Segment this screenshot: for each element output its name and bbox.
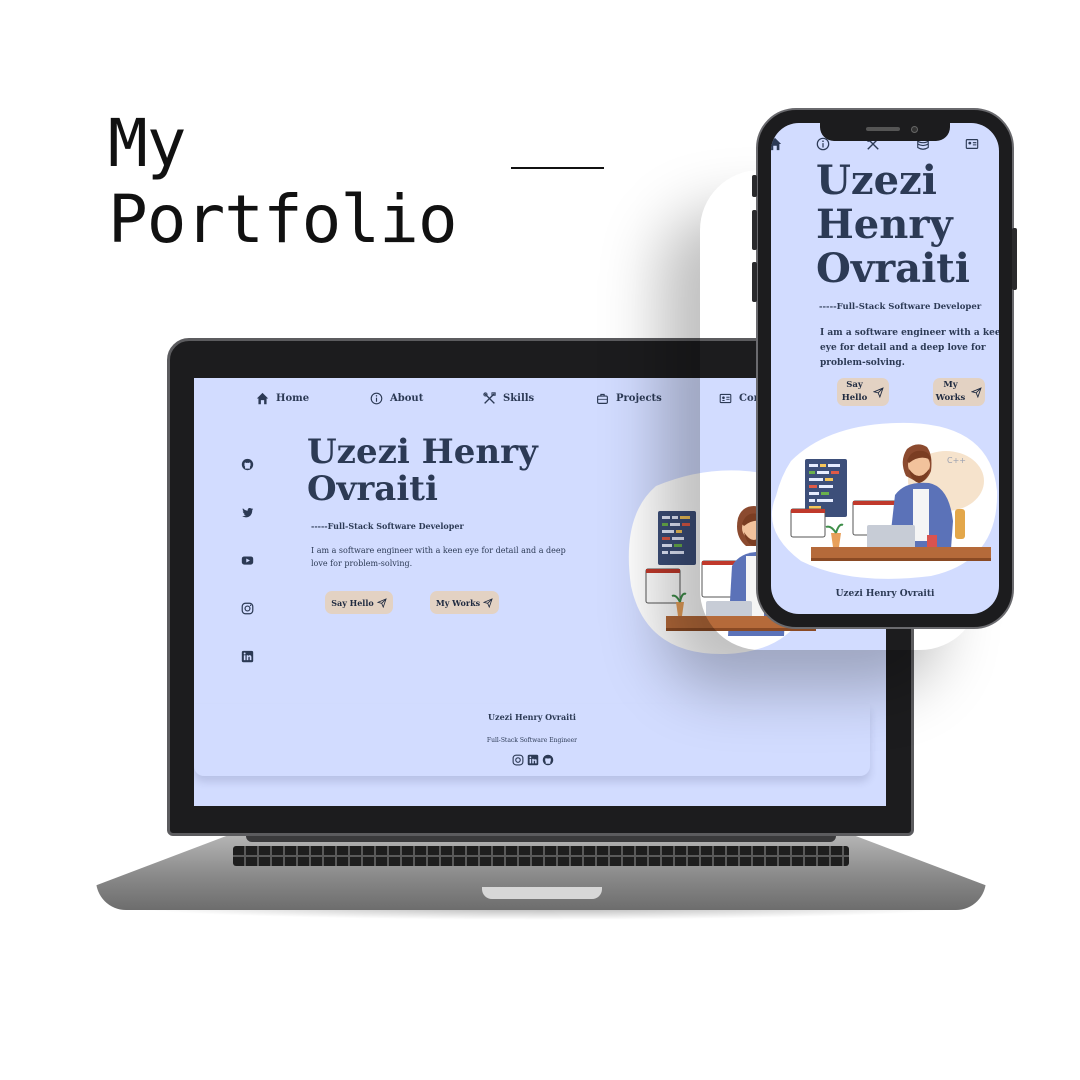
briefcase-icon xyxy=(597,393,608,404)
nav-label: About xyxy=(390,393,424,404)
send-icon xyxy=(971,386,983,398)
footer-social-icons xyxy=(512,754,554,766)
button-label-line: Say xyxy=(846,380,863,390)
phone-volume-down xyxy=(752,262,757,302)
page-heading: My Portfolio xyxy=(108,105,458,258)
button-label: Say Hello xyxy=(331,597,374,608)
instagram-icon[interactable] xyxy=(241,602,254,615)
button-label-line: Hello xyxy=(841,393,868,403)
home-icon xyxy=(256,392,269,405)
name-line: Henry xyxy=(816,201,953,248)
send-icon xyxy=(873,386,885,398)
phone-camera xyxy=(911,126,918,133)
heading-line-2: Portfolio xyxy=(108,181,458,258)
button-label-line: My xyxy=(943,380,958,390)
phone-screen: Uzezi Henry Ovraiti -----Full-Stack Soft… xyxy=(771,123,999,614)
github-icon[interactable] xyxy=(241,458,254,471)
button-label: My Works xyxy=(936,379,966,405)
phone-volume-up xyxy=(752,210,757,250)
phone-my-works-button[interactable]: My Works xyxy=(933,378,985,406)
instagram-icon[interactable] xyxy=(512,754,524,766)
twitter-icon[interactable] xyxy=(241,506,254,519)
say-hello-button[interactable]: Say Hello xyxy=(325,591,393,614)
nav-item-skills[interactable]: Skills xyxy=(483,392,534,405)
send-icon xyxy=(376,597,387,608)
nav-item-home[interactable]: Home xyxy=(256,392,309,405)
cpp-badge: C++ xyxy=(947,456,966,465)
button-label: My Works xyxy=(435,597,481,608)
nav-label: Projects xyxy=(616,393,662,404)
youtube-icon[interactable] xyxy=(241,554,254,567)
my-works-button[interactable]: My Works xyxy=(430,591,499,614)
phone-site-role: -----Full-Stack Software Developer xyxy=(819,302,982,312)
laptop-footer: Uzezi Henry Ovraiti Full-Stack Software … xyxy=(194,704,870,776)
github-icon[interactable] xyxy=(542,754,554,766)
site-bio: I am a software engineer with a keen eye… xyxy=(311,546,566,568)
laptop-keyboard xyxy=(233,846,849,866)
tools-icon xyxy=(483,392,496,404)
phone-site-bio: I am a software engineer with a keen eye… xyxy=(820,328,999,368)
button-label: Say Hello xyxy=(842,379,868,405)
phone-site-name: Uzezi Henry Ovraiti xyxy=(816,159,970,291)
phone-footer-name: Uzezi Henry Ovraiti xyxy=(835,589,935,599)
name-line: Uzezi xyxy=(816,157,937,204)
button-label-line: Works xyxy=(935,393,966,403)
nav-label: Home xyxy=(276,393,310,404)
heading-line-1: My xyxy=(108,105,186,182)
heading-dash xyxy=(511,167,604,169)
footer-role: Full-Stack Software Engineer xyxy=(486,737,578,744)
name-line: Ovraiti xyxy=(816,245,970,292)
phone-speaker xyxy=(866,127,900,131)
laptop-notch xyxy=(482,887,602,899)
linkedin-icon[interactable] xyxy=(527,754,539,766)
site-role: -----Full-Stack Software Developer xyxy=(311,521,464,531)
contact-card-icon[interactable] xyxy=(965,137,979,151)
nav-label: Skills xyxy=(503,393,535,404)
info-icon xyxy=(370,392,383,405)
nav-item-about[interactable]: About xyxy=(370,392,423,405)
social-links-side xyxy=(241,458,254,663)
nav-item-projects[interactable]: Projects xyxy=(596,392,662,405)
phone-side-button xyxy=(752,175,757,197)
site-name: Uzezi Henry Ovraiti xyxy=(307,432,538,509)
footer-name: Uzezi Henry Ovraiti xyxy=(488,712,576,722)
send-icon xyxy=(483,597,493,608)
linkedin-icon[interactable] xyxy=(241,650,254,663)
phone-power-button xyxy=(1012,228,1017,290)
home-icon[interactable] xyxy=(771,137,782,151)
phone-developer-illustration: C++ xyxy=(771,422,998,579)
phone-say-hello-button[interactable]: Say Hello xyxy=(837,378,889,406)
